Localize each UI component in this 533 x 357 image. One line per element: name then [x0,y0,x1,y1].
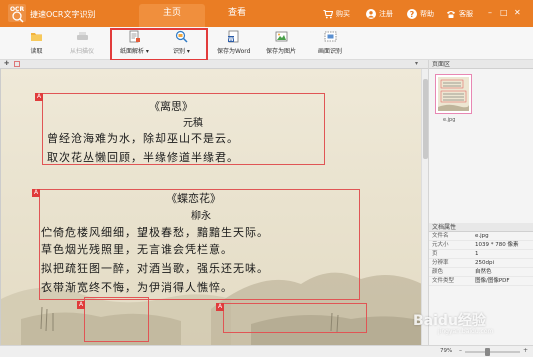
save-as-word-label: 保存为Word [217,48,251,55]
word-icon: W [228,30,239,43]
app-title: 捷速OCR文字识别 [30,10,96,19]
poem2-author: 柳永 [191,211,211,222]
cart-icon [323,9,333,19]
property-key: 文件类型 [432,278,455,284]
property-key: 元大小 [432,242,449,248]
folder-icon [31,33,42,41]
region-recognize-label: 画面识别 [318,48,343,55]
scan-label: 从扫描仪 [70,48,95,55]
poem1-line-2: 取次花丛懒回顾，半缘修道半缘君。 [47,151,239,164]
poem2-line-2: 草色烟光残照里，无言谁会凭栏意。 [41,243,233,256]
zoom-slider-knob[interactable] [485,348,490,356]
add-page-icon[interactable]: ✚ [4,60,9,67]
app-logo-icon: OCR [8,4,26,23]
read-label: 读取 [30,48,43,55]
property-row: 分辨率 250dpi [429,259,533,268]
property-value: e.jpg [475,233,489,239]
document-properties: 文档属性 文件名 e.jpg 元大小 1039 * 780 像素 页 1 分辨率… [429,223,533,286]
property-key: 颜色 [432,269,444,275]
tab-view[interactable]: 查看 [205,4,269,27]
property-row: 文件类型 图像/图像PDF [429,277,533,286]
read-button[interactable]: 读取 [30,30,43,58]
region-tag-2[interactable]: A [32,189,40,197]
watermark-text: Baidu经验 [413,313,486,329]
svg-text:W: W [228,37,234,43]
poem2-line-3: 拟把疏狂图一醉，对酒当歌，强乐还无味。 [41,262,269,275]
help-icon: ? [407,9,417,19]
property-row: 元大小 1039 * 780 像素 [429,241,533,250]
document-view[interactable]: A 《离思》 元稹 曾经沧海难为水，除却巫山不是云。 取次花丛懒回顾，半缘修道半… [0,69,421,345]
save-as-image-button[interactable]: 保存为图片 [266,30,296,58]
poem1-title: 《离思》 [149,100,193,113]
document-scrollbar[interactable] [421,69,428,345]
property-value: 图像/图像PDF [475,278,510,284]
region-recognize-button[interactable]: 画面识别 [318,30,342,58]
register-label: 注册 [379,10,393,18]
page-marker-icon[interactable] [14,61,20,67]
properties-title: 文档属性 [429,223,533,232]
register-button[interactable]: 注册 [366,8,393,20]
user-icon [366,9,376,19]
region-recognize-icon [324,31,336,42]
property-key: 页 [432,251,438,257]
close-button[interactable]: ✕ [514,8,521,18]
minimize-button[interactable]: – [488,8,492,18]
property-value: 1 [475,251,479,257]
highlight-box [110,28,208,61]
property-row: 页 1 [429,250,533,259]
region-tag-3[interactable]: A [77,301,85,309]
region-tag-4[interactable]: A [216,303,224,311]
tab-home[interactable]: 主页 [139,4,205,27]
page-thumbnail-image [438,77,469,111]
zoom-slider[interactable] [465,348,520,356]
poem2-title: 《蝶恋花》 [166,192,221,205]
property-key: 文件名 [432,233,449,239]
scanner-icon [76,32,88,40]
image-icon [275,31,287,42]
poem1-author: 元稹 [183,118,203,129]
property-row: 颜色 自然色 [429,268,533,277]
toolbar: 读取 从扫描仪 纸面解析 ▾ 识别 ▾ W 保存为Word 保存为图片 画面识别 [0,27,533,60]
strip-arrow-icon[interactable]: ▾ [415,60,418,67]
watermark-subtext: jingyan.baidu.com [438,328,494,335]
ocr-region-3[interactable] [84,297,149,342]
region-tag-1[interactable]: A [35,93,43,101]
pages-panel-title: 页面区 [429,60,533,69]
status-bar: 79% – + [0,345,533,357]
scan-button[interactable]: 从扫描仪 [70,30,94,58]
zoom-in-icon[interactable]: + [523,347,528,354]
poem2-line-4: 衣带渐宽终不悔，为伊消得人憔悴。 [41,281,233,294]
property-value: 250dpi [475,260,495,266]
poem1-line-1: 曾经沧海难为水，除却巫山不是云。 [47,132,239,145]
thumbnail-preview [438,79,469,111]
page-thumbnail-label: e.jpg [443,117,456,123]
phone-icon [447,11,455,18]
document-toolbar-strip: ✚ ▾ [0,60,428,69]
help-label: 帮助 [420,10,434,18]
save-as-image-label: 保存为图片 [266,48,297,55]
zoom-out-icon[interactable]: – [459,347,462,354]
property-key: 分辨率 [432,260,449,266]
ocr-region-4[interactable] [223,303,367,333]
maximize-button[interactable]: □ [500,8,508,18]
customer-service-label: 客服 [459,10,473,18]
save-as-word-button[interactable]: W 保存为Word [217,30,250,58]
poem2-line-1: 伫倚危楼风细细，望极春愁，黯黯生天际。 [41,226,269,239]
buy-label: 购买 [336,10,350,18]
property-row: 文件名 e.jpg [429,232,533,241]
property-value: 1039 * 780 像素 [475,242,519,248]
customer-service-button[interactable]: 客服 [446,8,473,20]
svg-text:?: ? [410,10,415,19]
buy-button[interactable]: 购买 [323,8,350,20]
property-value: 自然色 [475,269,492,275]
zoom-level: 79% [440,348,453,354]
page-thumbnail[interactable] [435,74,472,114]
title-bar: OCR 捷速OCR文字识别 主页 查看 购买 注册 ? 帮助 客服 – □ ✕ [0,0,533,27]
baidu-watermark: Baidu经验 jingyan.baidu.com [413,310,493,335]
help-button[interactable]: ? 帮助 [407,8,434,20]
right-panel: 页面区 e.jpg 文档属性 文件名 e.jpg 元大小 1039 * 780 … [428,60,533,345]
